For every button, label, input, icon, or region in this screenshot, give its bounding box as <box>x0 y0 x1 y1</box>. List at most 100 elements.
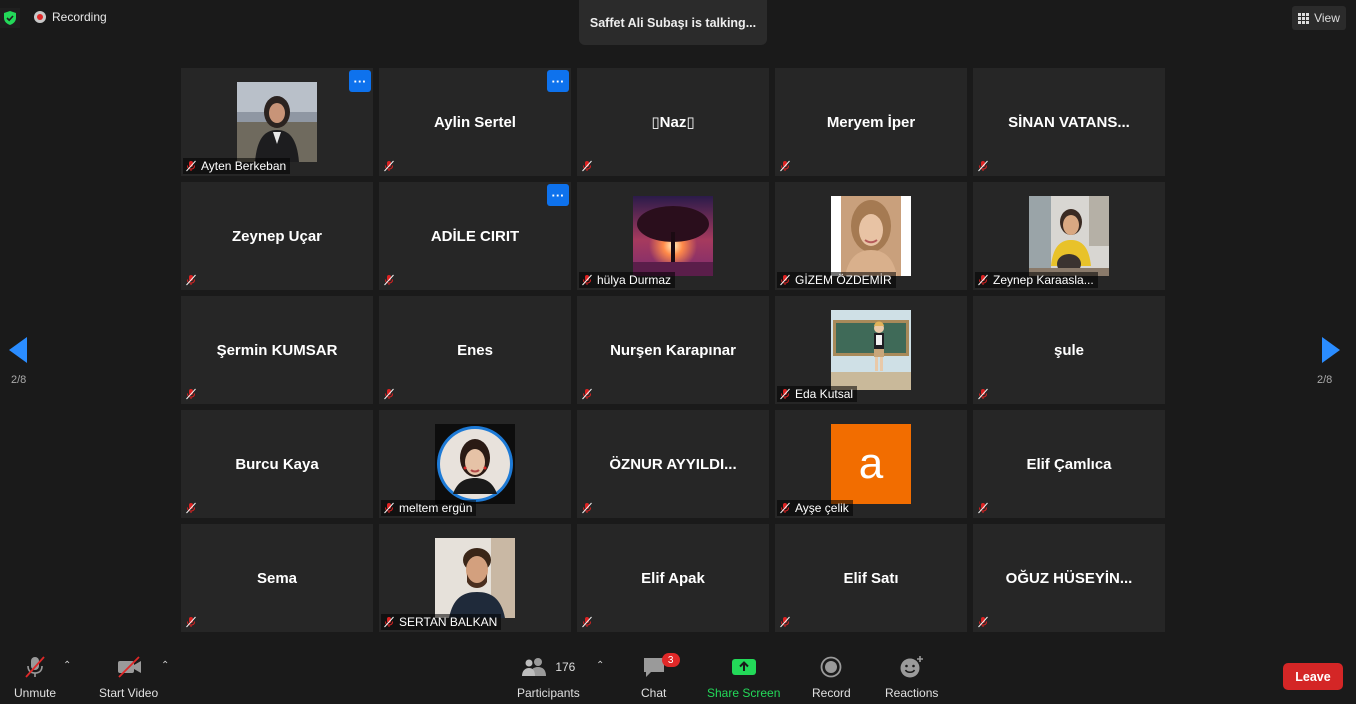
participant-more-options-button[interactable]: ··· <box>349 70 371 92</box>
participant-video-teacher-cartoon-photo <box>831 310 911 390</box>
participant-name: Ayten Berkeban <box>201 159 287 173</box>
participant-tile[interactable]: ▯Naz▯ <box>577 68 769 176</box>
unmute-label: Unmute <box>14 686 57 700</box>
microphone-muted-icon <box>582 616 592 628</box>
participant-name: Ayşe çelik <box>795 501 849 515</box>
reactions-smiley-icon <box>900 656 923 678</box>
participant-mute-indicator <box>183 500 201 516</box>
leave-button[interactable]: Leave <box>1283 663 1343 690</box>
participant-mute-indicator <box>975 500 993 516</box>
participant-tile[interactable]: Meryem İper <box>775 68 967 176</box>
page-indicator-left: 2/8 <box>11 374 27 386</box>
microphone-muted-icon <box>978 274 988 286</box>
participant-name-label: Zeynep Karaasla... <box>975 272 1098 288</box>
share-screen-button[interactable]: Share Screen <box>707 654 780 700</box>
participant-display-name: Elif Çamlıca <box>1026 455 1112 473</box>
participants-count: 176 <box>555 660 576 674</box>
microphone-muted-icon <box>186 616 196 628</box>
microphone-muted-icon <box>384 160 394 172</box>
record-button[interactable]: Record <box>812 654 851 700</box>
participant-tile[interactable]: Elif Çamlıca <box>973 410 1165 518</box>
participant-tile[interactable]: GİZEM ÖZDEMİR <box>775 182 967 290</box>
reactions-button[interactable]: Reactions <box>885 654 938 700</box>
participant-name: meltem ergün <box>399 501 473 515</box>
participants-label: Participants <box>517 686 580 700</box>
participant-tile[interactable]: şule <box>973 296 1165 404</box>
microphone-muted-icon <box>978 160 988 172</box>
participant-mute-indicator <box>579 614 597 630</box>
participant-avatar: a <box>831 424 911 504</box>
participant-mute-indicator <box>381 158 399 174</box>
participant-tile[interactable]: Elif Apak <box>577 524 769 632</box>
participants-icon <box>522 658 547 676</box>
participant-tile[interactable]: SERTAN BALKAN <box>379 524 571 632</box>
audio-options-caret-icon[interactable]: ⌃ <box>63 660 71 671</box>
participant-tile[interactable]: Ayten Berkeban ··· <box>181 68 373 176</box>
participant-name: Zeynep Karaasla... <box>993 273 1094 287</box>
microphone-muted-icon <box>186 388 196 400</box>
participant-more-options-button[interactable]: ··· <box>547 70 569 92</box>
participant-tile[interactable]: a Ayşe çelik <box>775 410 967 518</box>
participant-tile[interactable]: Eda Kutsal <box>775 296 967 404</box>
participant-tile[interactable]: Enes <box>379 296 571 404</box>
record-label: Record <box>812 686 851 700</box>
participant-mute-indicator <box>777 614 795 630</box>
participant-tile[interactable]: Zeynep Karaasla... <box>973 182 1165 290</box>
encryption-shield-icon[interactable] <box>0 8 20 28</box>
participant-display-name: OĞUZ HÜSEYİN... <box>1005 569 1133 587</box>
microphone-muted-icon <box>25 656 45 678</box>
participant-display-name: SİNAN VATANS... <box>1008 113 1130 131</box>
participant-tile[interactable]: Elif Satı <box>775 524 967 632</box>
participant-tile[interactable]: ÖZNUR AYYILDI... <box>577 410 769 518</box>
microphone-muted-icon <box>186 160 196 172</box>
start-video-button[interactable]: Start Video <box>99 654 158 700</box>
participant-video-man-portrait-photo <box>435 538 515 618</box>
page-indicator-right: 2/8 <box>1317 374 1333 386</box>
avatar-letter: a <box>858 439 884 488</box>
participant-mute-indicator <box>975 158 993 174</box>
view-button[interactable]: View <box>1292 6 1346 30</box>
participant-tile[interactable]: hülya Durmaz <box>577 182 769 290</box>
microphone-muted-icon <box>780 502 790 514</box>
participant-tile[interactable]: Sema <box>181 524 373 632</box>
previous-page-arrow-icon[interactable] <box>7 335 31 365</box>
participant-more-options-button[interactable]: ··· <box>547 184 569 206</box>
participant-mute-indicator <box>183 386 201 402</box>
participant-tile[interactable]: Burcu Kaya <box>181 410 373 518</box>
participants-options-caret-icon[interactable]: ⌃ <box>596 660 604 671</box>
participant-tile[interactable]: Şermin KUMSAR <box>181 296 373 404</box>
participant-display-name: ADİLE CIRIT <box>430 227 520 245</box>
participant-tile[interactable]: meltem ergün <box>379 410 571 518</box>
chat-label: Chat <box>641 686 667 700</box>
participant-video-sunset-tree-photo <box>633 196 713 276</box>
next-page-arrow-icon[interactable] <box>1318 335 1342 365</box>
participant-name-label: Ayşe çelik <box>777 500 853 516</box>
participant-mute-indicator <box>381 272 399 288</box>
microphone-muted-icon <box>582 274 592 286</box>
participant-tile[interactable]: ADİLE CIRIT ··· <box>379 182 571 290</box>
participant-video-woman-portrait-photo <box>831 196 911 276</box>
participant-tile[interactable]: SİNAN VATANS... <box>973 68 1165 176</box>
participants-button[interactable]: 176 Participants <box>517 654 580 700</box>
meeting-toolbar: Unmute ⌃ Start Video ⌃ 176 Participants … <box>0 642 1356 704</box>
participant-tile[interactable]: Zeynep Uçar <box>181 182 373 290</box>
participant-mute-indicator <box>579 158 597 174</box>
microphone-muted-icon <box>978 616 988 628</box>
view-label: View <box>1314 11 1340 25</box>
microphone-muted-icon <box>186 274 196 286</box>
chat-button[interactable]: 3 Chat <box>641 653 680 700</box>
participant-tile[interactable]: OĞUZ HÜSEYİN... <box>973 524 1165 632</box>
participant-video-woman-jacket-photo <box>237 82 317 162</box>
microphone-muted-icon <box>384 388 394 400</box>
microphone-muted-icon <box>384 616 394 628</box>
unmute-button[interactable]: Unmute <box>14 654 56 700</box>
recording-indicator[interactable]: Recording <box>34 10 107 24</box>
participant-tile[interactable]: Nurşen Karapınar <box>577 296 769 404</box>
recording-icon <box>34 11 46 23</box>
chat-unread-badge: 3 <box>661 653 680 667</box>
microphone-muted-icon <box>186 502 196 514</box>
participant-name: SERTAN BALKAN <box>399 615 498 629</box>
microphone-muted-icon <box>582 388 592 400</box>
video-options-caret-icon[interactable]: ⌃ <box>161 660 169 671</box>
participant-tile[interactable]: Aylin Sertel ··· <box>379 68 571 176</box>
